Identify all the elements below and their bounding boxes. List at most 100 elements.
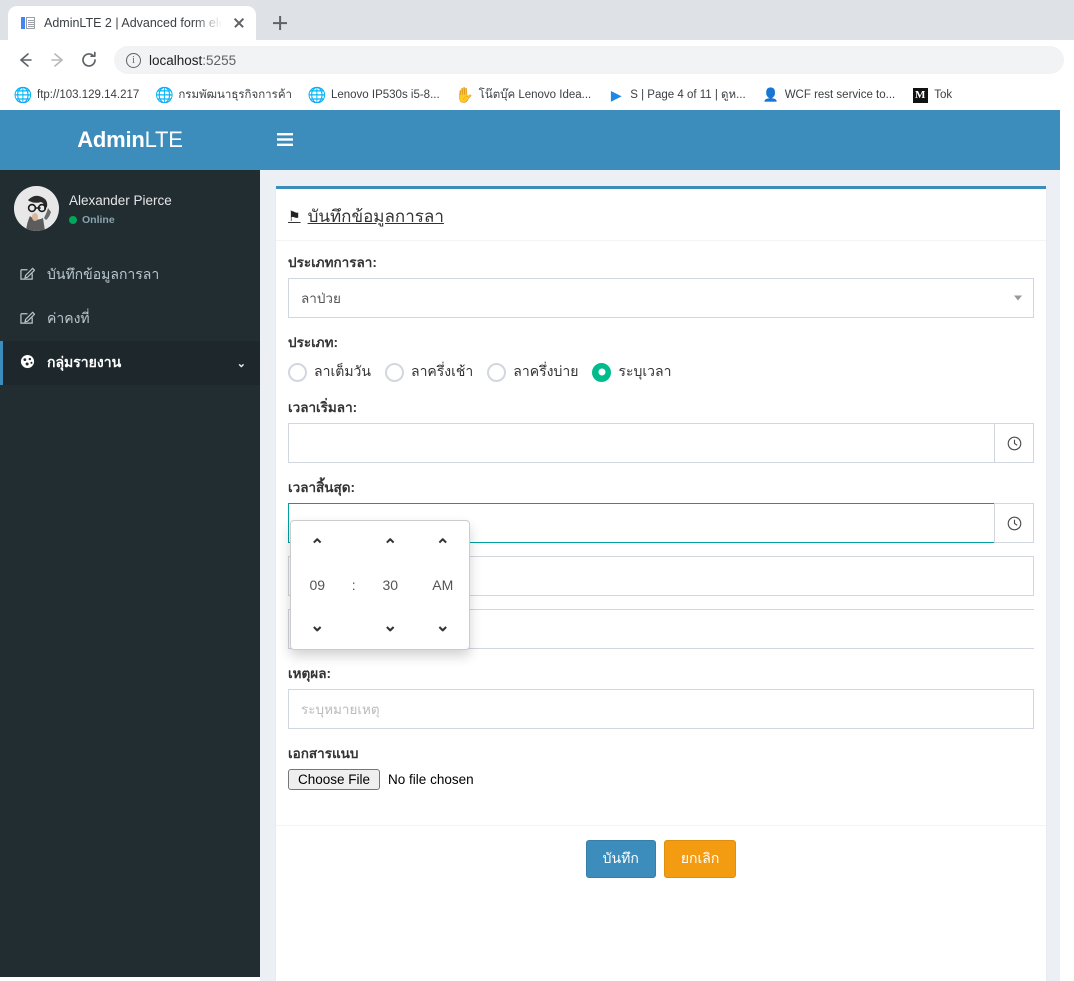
info-circle-icon: i xyxy=(126,52,141,68)
category-label: ประเภท: xyxy=(288,335,338,350)
user-status: Online xyxy=(69,214,172,226)
bookmark-item[interactable]: M Tok xyxy=(905,84,959,106)
meridian-increment-chevron-up-icon[interactable]: ⌃ xyxy=(420,537,466,554)
field-end-time: เวลาสิ้นสุด: ⌃ ⌃ ⌃ 09: 30 AM ⌄ ⌄ ⌄ xyxy=(288,476,1034,650)
content-area: ⚑ บันทึกข้อมูลการลา ประเภทการลา: ลาป่วย … xyxy=(260,170,1060,981)
bookmark-item[interactable]: ✋ โน๊ตบุ๊ค Lenovo Idea... xyxy=(450,83,599,107)
wcf-icon: 👤 xyxy=(762,87,779,102)
bookmark-item[interactable]: 🌐 Lenovo IP530s i5-8... xyxy=(302,84,447,106)
app-logo[interactable]: Admin LTE xyxy=(0,110,260,170)
hamburger-icon[interactable] xyxy=(260,110,312,170)
radio-label: ลาเต็มวัน xyxy=(314,363,371,379)
new-tab-button[interactable] xyxy=(266,9,294,37)
field-category: ประเภท: ลาเต็มวัน ลาครึ่งเช้า ลาครึ่งบ่า… xyxy=(288,331,1034,383)
bookmark-label: S | Page 4 of 11 | ดูห... xyxy=(630,89,746,101)
bookmarks-bar: 🌐 ftp://103.129.14.217 🌐 กรมพัฒนาธุรกิจก… xyxy=(0,80,1074,110)
bookmark-label: WCF rest service to... xyxy=(784,89,896,101)
radio-circle-icon xyxy=(288,362,307,382)
user-info: Alexander Pierce Online xyxy=(69,191,172,226)
reason-label: เหตุผล: xyxy=(288,666,331,681)
bookmark-item[interactable]: 🌐 กรมพัฒนาธุรกิจการค้า xyxy=(149,83,299,107)
tab-strip: AdminLTE 2 | Advanced form ele xyxy=(0,0,1074,40)
sidebar-item-label: ค่าคงที่ xyxy=(47,310,90,326)
timepicker-minute[interactable]: 30 xyxy=(367,577,413,593)
cancel-button[interactable]: ยกเลิก xyxy=(663,840,737,878)
sidebar-menu: บันทึกข้อมูลการลา ค่าคงที่ กลุ่มรายงาน ⌄ xyxy=(0,253,260,385)
play-icon: ▶ xyxy=(610,86,622,103)
radio-specify-time[interactable]: ระบุเวลา xyxy=(592,361,671,383)
globe-icon: 🌐 xyxy=(307,87,327,104)
timepicker-up-row: ⌃ ⌃ ⌃ xyxy=(291,525,469,565)
field-attachment: เอกสารแนบ Choose File No file chosen xyxy=(288,742,1034,790)
radio-label: ลาครึ่งเช้า xyxy=(410,363,474,379)
box-header: ⚑ บันทึกข้อมูลการลา xyxy=(276,189,1046,241)
form-footer: บันทึก ยกเลิก xyxy=(276,825,1046,892)
bookmark-item[interactable]: ▶ S | Page 4 of 11 | ดูห... xyxy=(601,83,752,107)
close-icon[interactable] xyxy=(230,14,248,32)
timepicker-value-row: 09 : 30 AM xyxy=(291,565,469,605)
sidebar-item-leave-record[interactable]: บันทึกข้อมูลการลา xyxy=(0,253,260,297)
start-time-label: เวลาเริ่มลา: xyxy=(288,400,358,415)
radio-full-day[interactable]: ลาเต็มวัน xyxy=(288,361,371,383)
globe-icon: 🌐 xyxy=(13,87,33,104)
clock-icon[interactable] xyxy=(994,423,1034,463)
attachment-label: เอกสารแนบ xyxy=(288,746,359,761)
minute-increment-chevron-up-icon[interactable]: ⌃ xyxy=(367,537,413,554)
bookmark-label: Lenovo IP530s i5-8... xyxy=(330,89,440,101)
save-button[interactable]: บันทึก xyxy=(585,840,656,878)
timepicker-meridian[interactable]: AM xyxy=(420,577,466,593)
file-status-text: No file chosen xyxy=(388,772,474,787)
radio-circle-icon xyxy=(592,362,612,382)
bookmark-label: กรมพัฒนาธุรกิจการค้า xyxy=(178,89,292,101)
sidebar: Admin LTE Alexander Pierce Online บันทึก… xyxy=(0,110,260,977)
user-panel: Alexander Pierce Online xyxy=(0,170,260,235)
hour-decrement-chevron-down-icon[interactable]: ⌄ xyxy=(294,617,340,634)
leave-type-label: ประเภทการลา: xyxy=(288,255,377,270)
browser-tab[interactable]: AdminLTE 2 | Advanced form ele xyxy=(8,6,256,40)
radio-half-afternoon[interactable]: ลาครึ่งบ่าย xyxy=(487,361,578,383)
start-time-input-group xyxy=(288,423,1034,463)
clock-icon[interactable] xyxy=(994,503,1034,543)
sidebar-item-report-group[interactable]: กลุ่มรายงาน ⌄ xyxy=(0,341,260,385)
radio-label: ลาครึ่งบ่าย xyxy=(513,363,579,379)
page-scrollbar[interactable] xyxy=(1060,110,1074,977)
address-bar[interactable]: i localhost:5255 xyxy=(114,46,1064,74)
timepicker-separator: : xyxy=(351,577,356,593)
bookmark-item[interactable]: 🌐 ftp://103.129.14.217 xyxy=(8,84,146,106)
sidebar-item-constants[interactable]: ค่าคงที่ xyxy=(0,297,260,341)
globe-icon: 🌐 xyxy=(154,87,174,104)
reason-input[interactable] xyxy=(288,689,1034,729)
avatar[interactable] xyxy=(14,186,59,231)
browser-toolbar: i localhost:5255 xyxy=(0,40,1074,80)
page-title: ⚑ บันทึกข้อมูลการลา xyxy=(288,203,444,230)
report-icon xyxy=(17,354,37,372)
user-name: Alexander Pierce xyxy=(69,193,172,208)
choose-file-button[interactable]: Choose File xyxy=(288,769,381,790)
hour-increment-chevron-up-icon[interactable]: ⌃ xyxy=(294,537,340,554)
reload-icon[interactable] xyxy=(74,45,104,75)
start-time-input[interactable] xyxy=(288,423,994,463)
timepicker-hour[interactable]: 09 xyxy=(294,577,340,593)
field-reason: เหตุผล: xyxy=(288,662,1034,729)
meridian-decrement-chevron-down-icon[interactable]: ⌄ xyxy=(420,617,466,634)
bookmark-item[interactable]: 👤 WCF rest service to... xyxy=(756,84,903,106)
leave-type-select-wrap xyxy=(288,278,1034,318)
back-arrow-icon[interactable] xyxy=(10,45,40,75)
radio-circle-icon xyxy=(487,362,507,382)
chevron-down-icon: ⌄ xyxy=(236,357,246,370)
radio-half-morning[interactable]: ลาครึ่งเช้า xyxy=(384,361,474,383)
top-navbar xyxy=(260,110,1060,170)
bookmark-label: โน๊ตบุ๊ค Lenovo Idea... xyxy=(478,89,592,101)
timepicker-popup: ⌃ ⌃ ⌃ 09 : 30 AM ⌄ ⌄ ⌄ xyxy=(290,520,470,650)
minute-decrement-chevron-down-icon[interactable]: ⌄ xyxy=(367,617,413,634)
sidebar-item-label: บันทึกข้อมูลการลา xyxy=(47,266,160,282)
form-box: ⚑ บันทึกข้อมูลการลา ประเภทการลา: ลาป่วย … xyxy=(276,186,1046,981)
leave-type-select[interactable] xyxy=(288,278,1034,318)
document-icon xyxy=(20,15,36,31)
category-radio-group: ลาเต็มวัน ลาครึ่งเช้า ลาครึ่งบ่าย ระบุเว… xyxy=(288,358,1034,383)
radio-label: ระบุเวลา xyxy=(618,363,672,379)
yellow-icon: ✋ xyxy=(455,87,474,104)
forward-arrow-icon[interactable] xyxy=(42,45,72,75)
browser-window: AdminLTE 2 | Advanced form ele i localho… xyxy=(0,0,1074,981)
logo-light: LTE xyxy=(144,127,183,152)
